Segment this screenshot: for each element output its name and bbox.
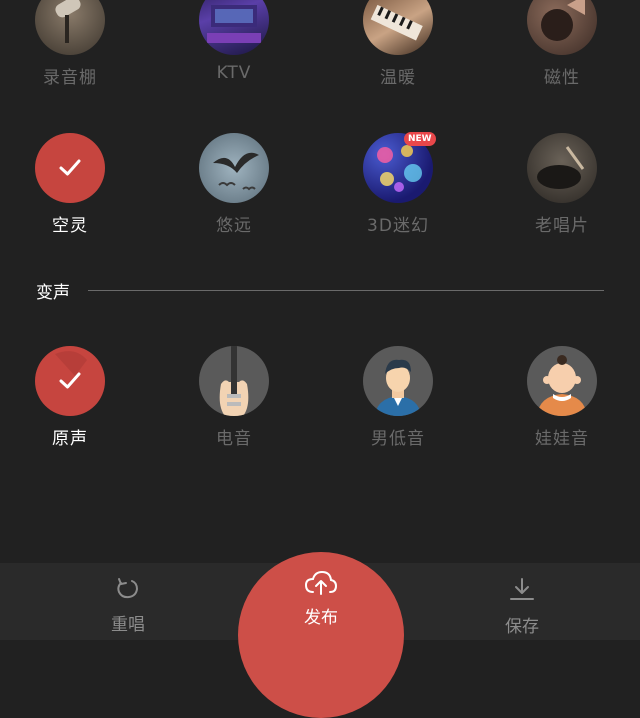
effect-ktv[interactable]: KTV — [174, 0, 294, 83]
save-button[interactable]: 保存 — [472, 577, 572, 637]
studio-microphone-thumbnail — [35, 0, 105, 55]
section-divider — [88, 290, 604, 291]
save-label: 保存 — [505, 617, 539, 637]
checkmark-icon — [35, 346, 105, 416]
cloud-upload-icon — [304, 570, 338, 601]
voice-label: 娃娃音 — [535, 429, 589, 449]
effect-label: 磁性 — [544, 68, 580, 88]
checkmark-icon — [35, 133, 105, 203]
publish-button[interactable]: 发布 — [238, 552, 404, 718]
vinyl-record-thumbnail — [527, 133, 597, 203]
bird-flying-thumbnail — [199, 133, 269, 203]
voice-changer-section-title: 变声 — [36, 283, 70, 303]
ktv-room-thumbnail — [199, 0, 269, 55]
original-voice-thumbnail-selected — [35, 346, 105, 416]
effect-magnetic[interactable]: 磁性 — [502, 0, 622, 88]
effect-label: 录音棚 — [43, 68, 97, 88]
effect-label: 3D迷幻 — [367, 216, 429, 236]
effect-label: KTV — [216, 63, 252, 83]
refresh-icon — [114, 577, 142, 606]
man-avatar-icon — [363, 346, 433, 416]
effect-distant[interactable]: 悠远 — [174, 133, 294, 236]
voice-original[interactable]: 原声 — [10, 346, 130, 449]
publish-label: 发布 — [304, 608, 338, 628]
effect-label: 空灵 — [52, 216, 88, 236]
voice-electric[interactable]: 电音 — [174, 346, 294, 449]
voice-label: 原声 — [52, 429, 88, 449]
effect-ethereal[interactable]: 空灵 — [10, 133, 130, 236]
retry-label: 重唱 — [111, 615, 145, 635]
effect-label: 温暖 — [380, 68, 416, 88]
baby-avatar-icon — [527, 346, 597, 416]
voice-bass[interactable]: 男低音 — [338, 346, 458, 449]
voice-baby[interactable]: 娃娃音 — [502, 346, 622, 449]
electric-guitar-icon — [199, 346, 269, 416]
download-icon — [508, 577, 536, 608]
piano-thumbnail — [363, 0, 433, 55]
ethereal-thumbnail-selected — [35, 133, 105, 203]
retry-button[interactable]: 重唱 — [78, 577, 178, 635]
new-badge: NEW — [404, 132, 436, 146]
effect-old-record[interactable]: 老唱片 — [502, 133, 622, 236]
effect-studio[interactable]: 录音棚 — [10, 0, 130, 88]
effect-3d-psychedelic[interactable]: NEW 3D迷幻 — [338, 132, 458, 236]
gramophone-thumbnail — [527, 0, 597, 55]
effect-label: 老唱片 — [535, 216, 589, 236]
effect-warm[interactable]: 温暖 — [338, 0, 458, 88]
effect-label: 悠远 — [216, 216, 252, 236]
voice-label: 电音 — [216, 429, 252, 449]
voice-label: 男低音 — [371, 429, 425, 449]
